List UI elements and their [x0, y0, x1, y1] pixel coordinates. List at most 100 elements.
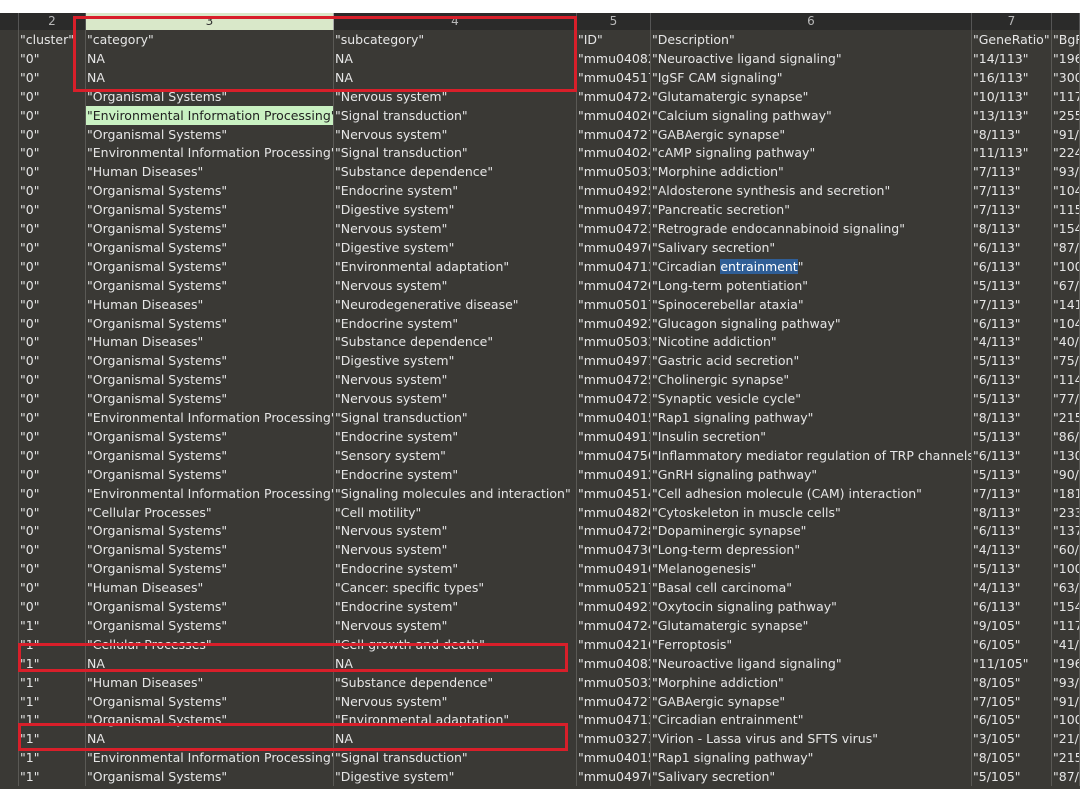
table-cell[interactable]: "mmu04750" [577, 445, 651, 465]
table-cell[interactable]: "mmu04720" [577, 275, 651, 295]
table-cell[interactable]: "Aldosterone synthesis and secretion" [651, 181, 972, 201]
table-cell[interactable]: "87/ [1052, 237, 1080, 257]
table-cell[interactable]: "Digestive system" [334, 767, 577, 787]
table-cell[interactable]: "mmu04725" [577, 370, 651, 390]
table-cell[interactable]: "40/ [1052, 332, 1080, 352]
table-cell[interactable]: "GABAergic synapse" [651, 124, 972, 144]
table-cell[interactable]: "Retrograde endocannabinoid signaling" [651, 219, 972, 238]
table-cell[interactable]: "4/113" [972, 332, 1052, 352]
table-row[interactable]: "0" "Organismal Systems" "Sensory system" "… [0, 445, 1080, 465]
table-cell[interactable]: "Organismal Systems" [86, 313, 334, 333]
table-row[interactable]: "0" "Human Diseases" "Cancer: specific typ… [0, 578, 1080, 598]
table-cell[interactable]: NA [86, 48, 334, 68]
table-cell[interactable]: "5/113" [972, 464, 1052, 484]
row-gutter[interactable] [0, 578, 19, 598]
table-cell[interactable]: "93/ [1052, 162, 1080, 182]
table-cell[interactable]: "1" [19, 767, 86, 787]
row-gutter[interactable] [0, 634, 19, 654]
table-row[interactable]: "0" "Organismal Systems" "Environmental ad… [0, 256, 1080, 276]
table-row[interactable]: "0"NANA"mmu04082""Neuroactive ligand sig… [0, 48, 1080, 68]
table-cell[interactable]: "5/105" [972, 767, 1052, 787]
table-cell[interactable]: "mmu04922" [577, 313, 651, 333]
table-cell[interactable]: "5/113" [972, 559, 1052, 579]
table-cell[interactable]: "91/ [1052, 691, 1080, 711]
table-cell[interactable]: "7/105" [972, 691, 1052, 711]
table-cell[interactable]: "104 [1052, 181, 1080, 201]
table-cell[interactable]: "Long-term potentiation" [651, 275, 972, 295]
table-cell[interactable]: "Rap1 signaling pathway" [651, 408, 972, 427]
table-cell[interactable]: "0" [19, 351, 86, 371]
table-cell[interactable]: "Organismal Systems" [86, 691, 334, 711]
table-cell[interactable]: "mmu04216" [577, 634, 651, 654]
table-cell[interactable]: "5/113" [972, 389, 1052, 409]
table-cell[interactable]: "Human Diseases" [86, 672, 334, 692]
row-gutter[interactable] [0, 294, 19, 314]
table-cell[interactable]: "mmu04024" [577, 143, 651, 163]
table-cell[interactable]: "0" [19, 370, 86, 390]
table-row[interactable]: "0" "Organismal Systems" "Digestive system… [0, 237, 1080, 257]
table-cell[interactable]: "0" [19, 483, 86, 503]
table-cell[interactable]: "0" [19, 48, 86, 68]
row-gutter[interactable] [0, 691, 19, 711]
table-cell[interactable]: "Virion - Lassa virus and SFTS virus" [651, 729, 972, 749]
table-row[interactable]: "0" "Organismal Systems" "Nervous system" "… [0, 521, 1080, 541]
table-cell[interactable]: "Human Diseases" [86, 162, 334, 182]
table-cell[interactable]: "GABAergic synapse" [651, 691, 972, 711]
table-cell[interactable]: "Gastric acid secretion" [651, 351, 972, 371]
table-cell[interactable]: NA [334, 653, 577, 673]
table-cell[interactable]: "0" [19, 275, 86, 295]
row-gutter[interactable] [0, 408, 19, 427]
table-cell[interactable]: "mmu04912" [577, 464, 651, 484]
table-cell[interactable]: "93/ [1052, 672, 1080, 692]
table-cell[interactable]: "Morphine addiction" [651, 672, 972, 692]
table-cell[interactable]: "1" [19, 729, 86, 749]
table-cell[interactable]: "Spinocerebellar ataxia" [651, 294, 972, 314]
row-gutter[interactable] [0, 445, 19, 465]
table-cell[interactable]: "0" [19, 86, 86, 106]
row-gutter[interactable] [0, 426, 19, 446]
table-cell[interactable]: "Organismal Systems" [86, 124, 334, 144]
table-cell[interactable]: "9/105" [972, 615, 1052, 635]
table-cell[interactable]: "Salivary secretion" [651, 237, 972, 257]
table-row[interactable]: "1" "Organismal Systems" "Nervous system" "… [0, 691, 1080, 711]
table-cell[interactable]: "Neuroactive ligand signaling" [651, 48, 972, 68]
table-cell[interactable]: "0" [19, 559, 86, 579]
table-cell[interactable]: "0" [19, 313, 86, 333]
table-cell[interactable]: "Digestive system" [334, 351, 577, 371]
table-cell[interactable]: "Glutamatergic synapse" [651, 86, 972, 106]
table-cell[interactable]: "77/ [1052, 389, 1080, 409]
table-cell[interactable]: "Cell motility" [334, 502, 577, 522]
table-cell[interactable]: "mmu05017" [577, 294, 651, 314]
table-row[interactable]: "0" "Environmental Information Processing… [0, 105, 1080, 125]
table-cell[interactable]: "mmu05033" [577, 332, 651, 352]
table-cell[interactable]: "7/113" [972, 294, 1052, 314]
table-cell[interactable]: "mmu04724" [577, 615, 651, 635]
table-cell[interactable]: "Organismal Systems" [86, 615, 334, 635]
table-cell[interactable]: "Nervous system" [334, 521, 577, 541]
row-gutter[interactable] [0, 748, 19, 768]
table-cell[interactable]: "Environmental Information Processing" [86, 143, 334, 163]
table-cell[interactable]: "Organismal Systems" [86, 426, 334, 446]
table-cell[interactable]: "Neurodegenerative disease" [334, 294, 577, 314]
table-row[interactable]: "0" "Organismal Systems" "Nervous system" "… [0, 389, 1080, 409]
table-row[interactable]: "0" "Organismal Systems" "Nervous system" "… [0, 124, 1080, 144]
table-cell[interactable]: "GeneRatio" [972, 30, 1052, 49]
table-row[interactable]: "0" "Human Diseases" "Substance dependence… [0, 162, 1080, 182]
table-cell[interactable]: "Cytoskeleton in muscle cells" [651, 502, 972, 522]
row-gutter[interactable] [0, 67, 19, 87]
table-cell[interactable]: "86/ [1052, 426, 1080, 446]
row-gutter[interactable] [0, 483, 19, 503]
table-row[interactable]: "0"NANA"mmu04517""IgSF CAM signaling""16… [0, 67, 1080, 87]
table-cell[interactable]: "Cell growth and death" [334, 634, 577, 654]
table-row[interactable]: "0" "Environmental Information Processing… [0, 483, 1080, 503]
table-cell[interactable]: "mmu03273" [577, 729, 651, 749]
table-cell[interactable]: "Nervous system" [334, 86, 577, 106]
text-selection[interactable]: entrainment [720, 258, 798, 274]
table-cell[interactable]: "0" [19, 408, 86, 427]
table-cell[interactable]: "Organismal Systems" [86, 275, 334, 295]
table-cell[interactable]: "6/105" [972, 634, 1052, 654]
table-cell[interactable]: "mmu04723" [577, 219, 651, 238]
table-cell[interactable]: "224 [1052, 143, 1080, 163]
table-cell[interactable]: "Human Diseases" [86, 578, 334, 598]
table-cell[interactable]: "Signal transduction" [334, 143, 577, 163]
